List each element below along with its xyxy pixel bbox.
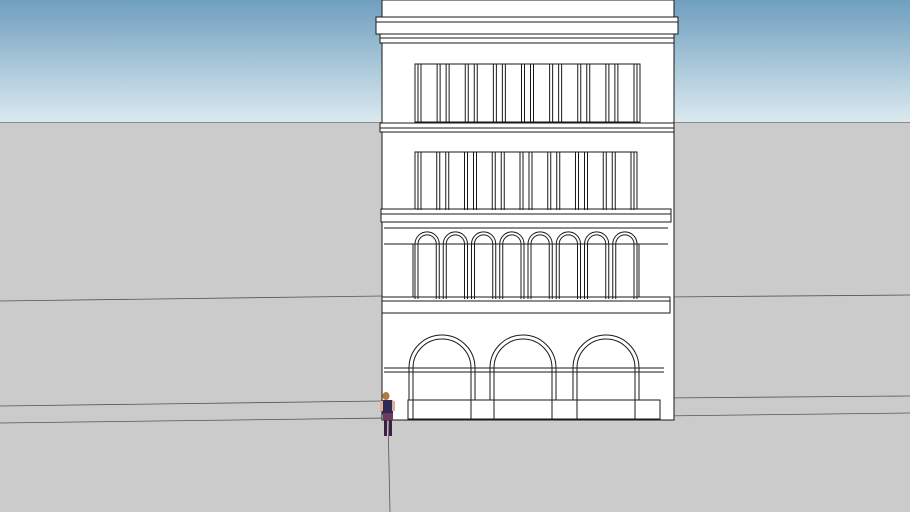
floor-band-3 (381, 296, 671, 314)
figure-arm (392, 401, 395, 411)
figure-legs (384, 420, 387, 436)
floor-band-1 (379, 122, 675, 133)
figure-hair (382, 392, 390, 400)
figure-arm (380, 401, 383, 411)
top-cornice (375, 16, 679, 44)
figure-torso (382, 400, 393, 415)
figure-skirt (383, 413, 393, 420)
figure-legs (389, 420, 392, 436)
building-model[interactable] (375, 0, 679, 421)
sketchup-viewport[interactable] (0, 0, 910, 512)
